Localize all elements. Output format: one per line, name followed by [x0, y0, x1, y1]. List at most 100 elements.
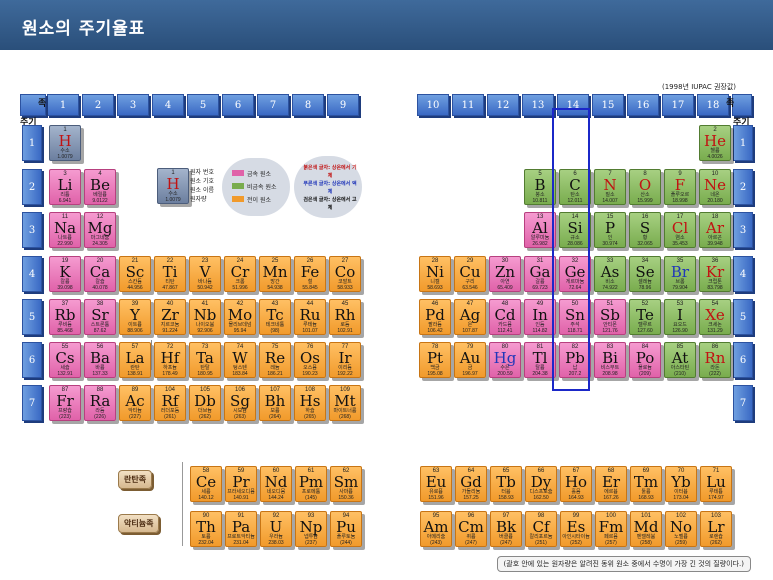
- element-eu[interactable]: 63 Eu 유로퓸 151.96: [420, 466, 452, 502]
- element-fe[interactable]: 26 Fe 철 55.845: [294, 256, 326, 292]
- element-ag[interactable]: 47 Ag 은 107.87: [454, 299, 486, 335]
- element-ir[interactable]: 77 Ir 이리듐 192.22: [329, 342, 361, 378]
- element-db[interactable]: 105 Db 더브늄 (262): [189, 385, 221, 421]
- element-er[interactable]: 68 Er 에르븀 167.26: [595, 466, 627, 502]
- element-cd[interactable]: 48 Cd 카드뮴 112.41: [489, 299, 521, 335]
- element-gd[interactable]: 64 Gd 가돌리늄 157.25: [455, 466, 487, 502]
- element-zr[interactable]: 40 Zr 지르코늄 91.224: [154, 299, 186, 335]
- element-fr[interactable]: 87 Fr 프랑슘 (223): [49, 385, 81, 421]
- element-yb[interactable]: 70 Yb 이터븀 173.04: [665, 466, 697, 502]
- element-rf[interactable]: 104 Rf 러더포듐 (261): [154, 385, 186, 421]
- element-y[interactable]: 39 Y 이트륨 88.906: [119, 299, 151, 335]
- element-pd[interactable]: 46 Pd 팔라듐 106.42: [419, 299, 451, 335]
- element-sg[interactable]: 106 Sg 시보귬 (263): [224, 385, 256, 421]
- element-th[interactable]: 90 Th 토륨 232.04: [190, 511, 222, 547]
- element-os[interactable]: 76 Os 오스뮴 190.23: [294, 342, 326, 378]
- element-lr[interactable]: 103 Lr 로렌슘 (262): [700, 511, 732, 547]
- element-se[interactable]: 34 Se 셀레늄 78.96: [629, 256, 661, 292]
- element-lu[interactable]: 71 Lu 루테튬 174.97: [700, 466, 732, 502]
- element-li[interactable]: 3 Li 리튬 6.941: [49, 169, 81, 205]
- element-hf[interactable]: 72 Hf 하프늄 178.49: [154, 342, 186, 378]
- element-k[interactable]: 19 K 칼륨 39.098: [49, 256, 81, 292]
- element-md[interactable]: 101 Md 멘델레븀 (258): [630, 511, 662, 547]
- element-v[interactable]: 23 V 바나듐 50.942: [189, 256, 221, 292]
- element-at[interactable]: 85 At 아스타틴 (210): [664, 342, 696, 378]
- element-po[interactable]: 84 Po 폴로늄 (209): [629, 342, 661, 378]
- element-mg[interactable]: 12 Mg 마그네슘 24.305: [84, 212, 116, 248]
- element-mt[interactable]: 109 Mt 마이트너륨 (268): [329, 385, 361, 421]
- element-tc[interactable]: 43 Tc 테크네튬 (98): [259, 299, 291, 335]
- element-kr[interactable]: 36 Kr 크립톤 83.798: [699, 256, 731, 292]
- element-te[interactable]: 52 Te 텔루르 127.60: [629, 299, 661, 335]
- element-i[interactable]: 53 I 요오드 126.90: [664, 299, 696, 335]
- element-n[interactable]: 7 N 질소 14.007: [594, 169, 626, 205]
- element-pr[interactable]: 59 Pr 프라세오디뮴 140.91: [225, 466, 257, 502]
- element-ru[interactable]: 44 Ru 루테늄 101.07: [294, 299, 326, 335]
- element-cf[interactable]: 98 Cf 칼리포르늄 (251): [525, 511, 557, 547]
- element-pt[interactable]: 78 Pt 백금 195.08: [419, 342, 451, 378]
- element-ne[interactable]: 10 Ne 네온 20.180: [699, 169, 731, 205]
- element-rn[interactable]: 86 Rn 라돈 (222): [699, 342, 731, 378]
- element-h[interactable]: 1 H 수소 1.0079: [49, 125, 81, 161]
- element-no[interactable]: 102 No 노벨륨 (259): [665, 511, 697, 547]
- element-cs[interactable]: 55 Cs 세슘 132.91: [49, 342, 81, 378]
- element-bh[interactable]: 107 Bh 보륨 (264): [259, 385, 291, 421]
- element-br[interactable]: 35 Br 브롬 79.904: [664, 256, 696, 292]
- element-s[interactable]: 16 S 황 32.065: [629, 212, 661, 248]
- element-ac[interactable]: 89 Ac 악티늄 (227): [119, 385, 151, 421]
- element-ba[interactable]: 56 Ba 바륨 137.33: [84, 342, 116, 378]
- element-zn[interactable]: 30 Zn 아연 65.409: [489, 256, 521, 292]
- element-cl[interactable]: 17 Cl 염소 35.453: [664, 212, 696, 248]
- element-f[interactable]: 9 F 플루오르 18.998: [664, 169, 696, 205]
- element-la[interactable]: 57 La 란탄 138.91: [119, 342, 151, 378]
- element-es[interactable]: 99 Es 아인시타이늄 (252): [560, 511, 592, 547]
- element-w[interactable]: 74 W 텅스텐 183.84: [224, 342, 256, 378]
- element-sc[interactable]: 21 Sc 스칸듐 44.956: [119, 256, 151, 292]
- element-cr[interactable]: 24 Cr 크롬 51.996: [224, 256, 256, 292]
- element-cm[interactable]: 96 Cm 퀴륨 (247): [455, 511, 487, 547]
- element-ce[interactable]: 58 Ce 세륨 140.12: [190, 466, 222, 502]
- element-ti[interactable]: 22 Ti 티탄 47.867: [154, 256, 186, 292]
- element-rh[interactable]: 45 Rh 로듐 102.91: [329, 299, 361, 335]
- element-hg[interactable]: 80 Hg 수은 200.59: [489, 342, 521, 378]
- element-hs[interactable]: 108 Hs 하슘 (265): [294, 385, 326, 421]
- element-mo[interactable]: 42 Mo 몰리브데넘 95.94: [224, 299, 256, 335]
- element-tb[interactable]: 65 Tb 터븀 158.93: [490, 466, 522, 502]
- element-ni[interactable]: 28 Ni 니켈 58.693: [419, 256, 451, 292]
- element-symbol: Sc: [125, 263, 145, 281]
- element-ta[interactable]: 73 Ta 탄탈 180.95: [189, 342, 221, 378]
- element-bi[interactable]: 83 Bi 비스무트 208.98: [594, 342, 626, 378]
- element-be[interactable]: 4 Be 베릴륨 9.0122: [84, 169, 116, 205]
- element-xe[interactable]: 54 Xe 크세논 131.29: [699, 299, 731, 335]
- element-na[interactable]: 11 Na 나트륨 22.990: [49, 212, 81, 248]
- element-ar[interactable]: 18 Ar 아르곤 39.948: [699, 212, 731, 248]
- element-u[interactable]: 92 U 우라늄 238.03: [260, 511, 292, 547]
- element-pa[interactable]: 91 Pa 프로트악티늄 231.04: [225, 511, 257, 547]
- element-o[interactable]: 8 O 산소 15.999: [629, 169, 661, 205]
- element-bk[interactable]: 97 Bk 버클륨 (247): [490, 511, 522, 547]
- element-pu[interactable]: 94 Pu 플루토늄 (244): [330, 511, 362, 547]
- element-mn[interactable]: 25 Mn 망간 54.938: [259, 256, 291, 292]
- element-dy[interactable]: 66 Dy 디스프로슘 162.50: [525, 466, 557, 502]
- element-cu[interactable]: 29 Cu 구리 63.546: [454, 256, 486, 292]
- element-am[interactable]: 95 Am 아메리슘 (243): [420, 511, 452, 547]
- element-ra[interactable]: 88 Ra 라듐 (226): [84, 385, 116, 421]
- element-nb[interactable]: 41 Nb 나이오븀 92.906: [189, 299, 221, 335]
- element-as[interactable]: 33 As 비소 74.922: [594, 256, 626, 292]
- element-tm[interactable]: 69 Tm 툴륨 168.93: [630, 466, 662, 502]
- element-pm[interactable]: 61 Pm 프로메튬 (145): [295, 466, 327, 502]
- element-sm[interactable]: 62 Sm 사마륨 150.36: [330, 466, 362, 502]
- element-re[interactable]: 75 Re 레늄 186.21: [259, 342, 291, 378]
- element-co[interactable]: 27 Co 코발트 58.933: [329, 256, 361, 292]
- element-fm[interactable]: 100 Fm 페르뮴 (257): [595, 511, 627, 547]
- element-np[interactable]: 93 Np 넵투늄 (237): [295, 511, 327, 547]
- element-he[interactable]: 2 He 헬륨 4.0026: [699, 125, 731, 161]
- element-p[interactable]: 15 P 인 30.974: [594, 212, 626, 248]
- element-sr[interactable]: 38 Sr 스트론튬 87.62: [84, 299, 116, 335]
- element-rb[interactable]: 37 Rb 루비듐 85.468: [49, 299, 81, 335]
- element-ca[interactable]: 20 Ca 칼슘 40.078: [84, 256, 116, 292]
- element-ho[interactable]: 67 Ho 홀뮴 164.93: [560, 466, 592, 502]
- element-sb[interactable]: 51 Sb 안티몬 121.76: [594, 299, 626, 335]
- element-au[interactable]: 79 Au 금 196.97: [454, 342, 486, 378]
- element-nd[interactable]: 60 Nd 네오디뮴 144.24: [260, 466, 292, 502]
